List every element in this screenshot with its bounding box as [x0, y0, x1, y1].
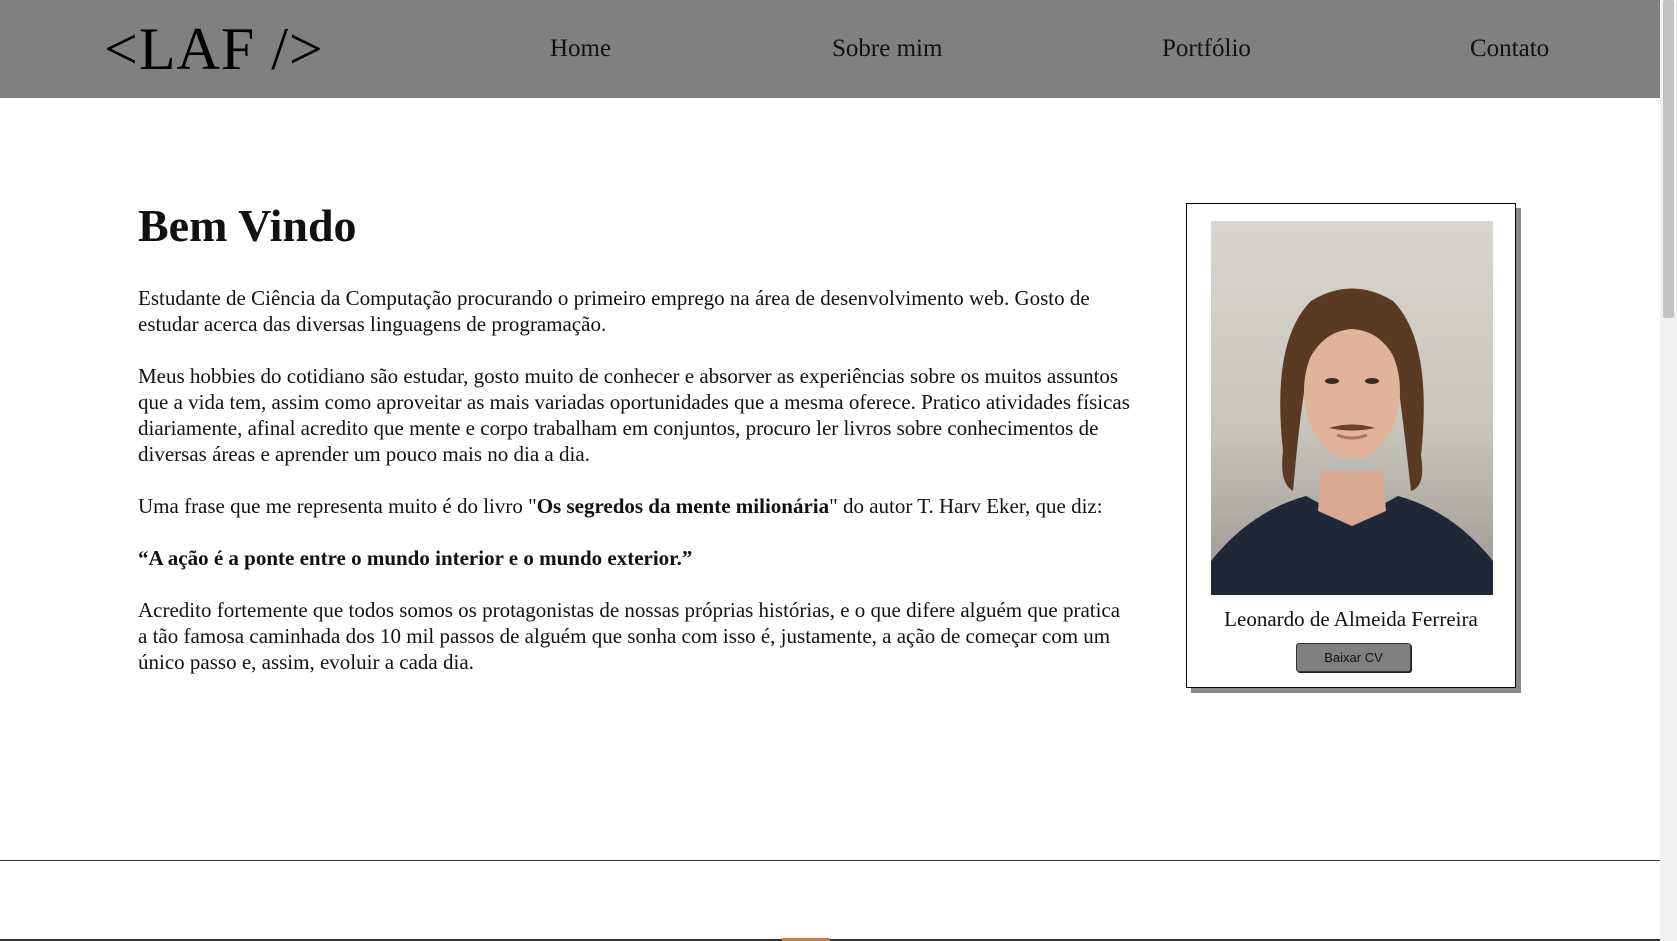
- site-logo[interactable]: <LAF />: [104, 14, 324, 84]
- closing-paragraph: Acredito fortemente que todos somos os p…: [138, 598, 1121, 674]
- nav-sobre-mim[interactable]: Sobre mim: [832, 33, 942, 65]
- book-text-before: Uma frase que me representa muito é do l…: [138, 494, 537, 518]
- welcome-section: Bem Vindo Estudante de Ciência da Comput…: [138, 195, 1132, 701]
- top-navbar: <LAF /> Home Sobre mim Portfólio Contato: [0, 0, 1660, 98]
- nav-home[interactable]: Home: [550, 33, 611, 65]
- page-title: Bem Vindo: [138, 200, 357, 251]
- profile-photo: [1211, 221, 1493, 595]
- hobbies-paragraph: Meus hobbies do cotidiano são estudar, g…: [138, 364, 1130, 466]
- intro-paragraph: Estudante de Ciência da Computação procu…: [138, 286, 1090, 336]
- footer-divider: [0, 860, 1660, 861]
- download-cv-button[interactable]: Baixar CV: [1296, 643, 1411, 672]
- quote-text: “A ação é a ponte entre o mundo interior…: [138, 546, 693, 570]
- nav-portfolio[interactable]: Portfólio: [1162, 33, 1251, 65]
- book-title: Os segredos da mente milionária: [536, 494, 830, 518]
- nav-contato[interactable]: Contato: [1470, 33, 1549, 65]
- book-text-after: " do autor T. Harv Eker, que diz:: [829, 494, 1103, 518]
- book-paragraph: Uma frase que me representa muito é do l…: [138, 493, 1132, 519]
- profile-card: Leonardo de Almeida Ferreira Baixar CV: [1186, 203, 1516, 688]
- page-scrollbar[interactable]: [1660, 0, 1677, 941]
- profile-name: Leonardo de Almeida Ferreira: [1224, 607, 1478, 631]
- scrollbar-thumb[interactable]: [1663, 0, 1674, 318]
